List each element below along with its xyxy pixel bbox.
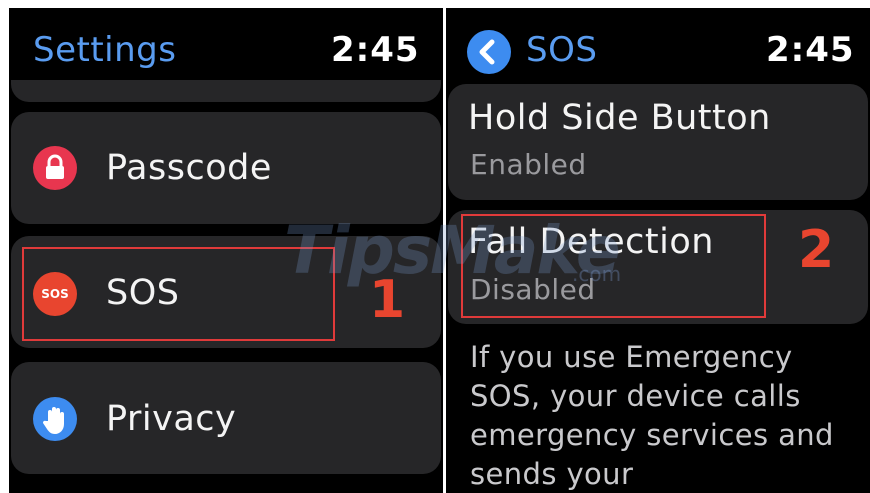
- status-time: 2:45: [766, 30, 855, 70]
- step-number-2: 2: [798, 220, 835, 280]
- lock-icon: [33, 146, 77, 190]
- page-title: Settings: [33, 30, 177, 70]
- settings-row-passcode[interactable]: Passcode: [11, 112, 441, 224]
- watermark-suffix: .com: [572, 262, 622, 286]
- status-time: 2:45: [331, 30, 420, 70]
- list-item-partial[interactable]: [11, 80, 441, 102]
- settings-row-privacy[interactable]: Privacy: [11, 362, 441, 474]
- hand-icon: [33, 397, 77, 441]
- setting-value: Enabled: [470, 148, 587, 181]
- settings-row-label: Passcode: [106, 148, 272, 188]
- watermark: TipsMake: [284, 212, 621, 289]
- screenshot-frame: Settings 2:45 Passcode SOS SOS Privacy 1…: [0, 0, 870, 493]
- sos-description: If you use Emergency SOS, your device ca…: [470, 340, 834, 491]
- chevron-left-icon: [479, 39, 495, 65]
- back-button[interactable]: [467, 30, 511, 74]
- page-title: SOS: [526, 30, 598, 70]
- setting-hold-side-button[interactable]: Hold Side Button Enabled: [448, 84, 868, 200]
- setting-title: Hold Side Button: [468, 98, 771, 138]
- settings-row-label: Privacy: [106, 399, 237, 439]
